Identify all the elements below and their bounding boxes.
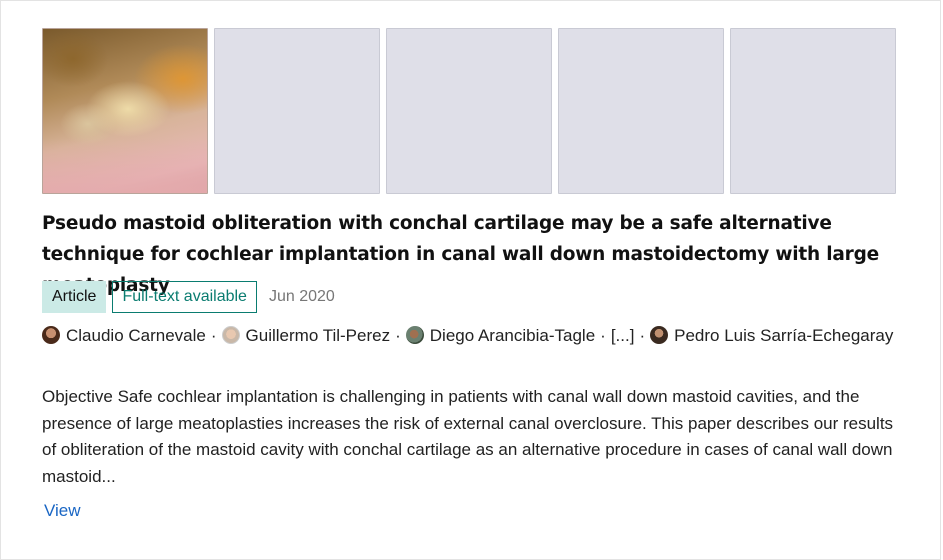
author-name: Pedro Luis Sarría-Echegaray — [674, 326, 894, 345]
publication-meta: Article Full-text available Jun 2020 — [42, 281, 335, 313]
author-name: Diego Arancibia-Tagle — [429, 326, 596, 345]
author-item[interactable]: Diego Arancibia-Tagle — [405, 326, 596, 345]
author-separator: · — [639, 326, 646, 345]
author-name: Claudio Carnevale — [66, 326, 206, 345]
author-name: Guillermo Til-Perez — [245, 326, 391, 345]
avatar — [221, 326, 240, 344]
author-item[interactable]: Guillermo Til-Perez — [221, 326, 391, 345]
author-separator: · — [395, 326, 401, 345]
type-badge: Article — [42, 281, 107, 313]
figure-thumbnail-3[interactable] — [386, 28, 552, 194]
figure-thumbnail-2[interactable] — [214, 28, 380, 194]
abstract-text: Objective Safe cochlear implantation is … — [42, 387, 894, 486]
author-separator: · — [210, 326, 217, 345]
publication-card: Pseudo mastoid obliteration with conchal… — [0, 0, 941, 560]
fulltext-badge: Full-text available — [112, 281, 257, 313]
avatar — [405, 326, 424, 344]
avatar — [650, 326, 669, 344]
figure-thumbnail-1[interactable] — [42, 28, 208, 194]
figure-thumbnail-4[interactable] — [558, 28, 724, 194]
figure-strip — [42, 28, 896, 194]
author-list: Claudio Carnevale · Guillermo Til-Perez · Di… — [42, 323, 902, 348]
author-item[interactable]: Pedro Luis Sarría-Echegaray — [650, 326, 893, 345]
author-item[interactable]: Claudio Carnevale — [42, 326, 206, 345]
more-authors[interactable]: [...] — [611, 326, 635, 345]
view-link[interactable]: View — [44, 501, 81, 521]
publication-date: Jun 2020 — [268, 288, 335, 305]
author-separator: · — [600, 326, 606, 345]
figure-thumbnail-5[interactable] — [730, 28, 896, 194]
avatar — [42, 326, 60, 344]
